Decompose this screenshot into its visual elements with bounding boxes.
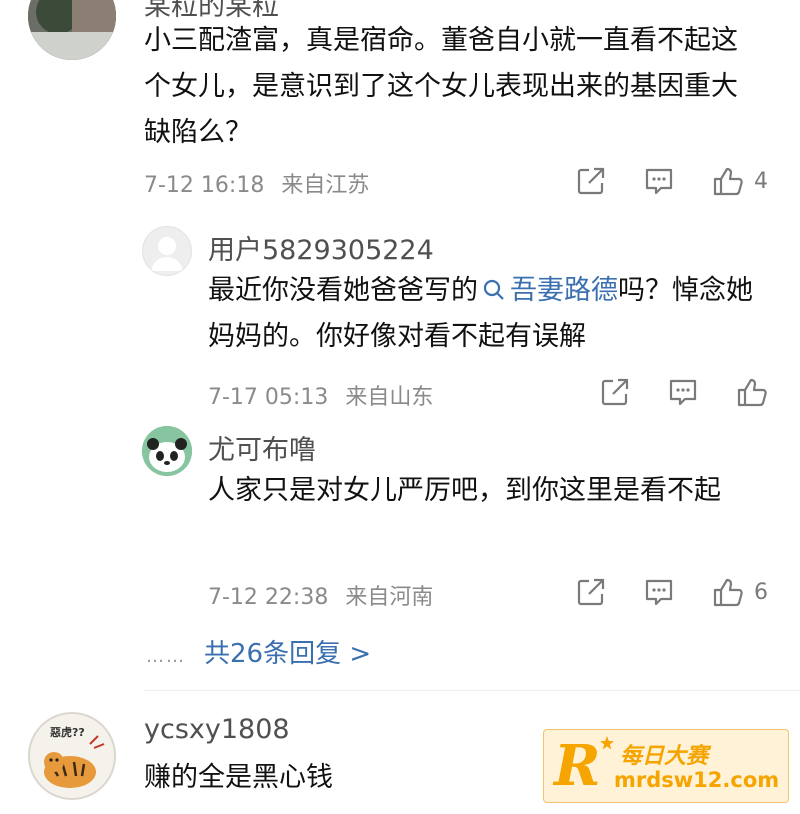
reply-meta: 7-12 22:38 来自河南 bbox=[208, 579, 433, 611]
avatar-caption: 惡虎?? bbox=[50, 726, 85, 739]
comment-username[interactable]: ycsxy1808 bbox=[144, 714, 290, 745]
reply-text-before: 最近你没看她爸爸写的 bbox=[208, 275, 478, 306]
avatar-image bbox=[28, 0, 116, 60]
more-replies-label: 共26条回复 > bbox=[204, 639, 372, 669]
share-icon bbox=[577, 578, 605, 606]
comment-icon bbox=[645, 579, 673, 606]
share-icon bbox=[601, 378, 629, 406]
star-icon bbox=[600, 736, 614, 750]
reply-meta: 7-17 05:13 来自山东 bbox=[208, 379, 433, 411]
watermark: R 每日大赛 mrdsw12.com bbox=[543, 729, 789, 803]
thumbs-up-icon bbox=[713, 578, 743, 607]
reply-text: 人家只是对女儿严厉吧，到你这里是看不起 bbox=[208, 475, 721, 506]
more-replies-dots: …… bbox=[146, 646, 186, 667]
thumbs-up-icon bbox=[737, 378, 767, 407]
share-button[interactable] bbox=[576, 577, 606, 607]
more-replies-link[interactable]: …… 共26条回复 > bbox=[146, 633, 371, 670]
comment-text: 小三配渣富，真是宿命。董爸自小就一直看不起这个女儿，是意识到了这个女儿表现出来的… bbox=[144, 25, 738, 148]
default-avatar-icon bbox=[151, 237, 183, 271]
like-button[interactable]: 6 bbox=[712, 577, 768, 607]
avatar[interactable] bbox=[142, 426, 192, 476]
watermark-logo: R bbox=[554, 733, 601, 799]
avatar[interactable] bbox=[142, 226, 192, 276]
reply-location: 来自山东 bbox=[345, 385, 434, 410]
avatar[interactable] bbox=[28, 0, 116, 60]
share-button[interactable] bbox=[576, 166, 606, 196]
thumbs-up-icon bbox=[713, 167, 743, 196]
topic-link[interactable]: 吾妻路德 bbox=[478, 275, 618, 306]
share-button[interactable] bbox=[600, 377, 630, 407]
comment-icon bbox=[645, 168, 673, 195]
comment-text: 赚的全是黑心钱 bbox=[144, 762, 333, 793]
like-count: 6 bbox=[754, 579, 768, 605]
comment-button[interactable] bbox=[668, 377, 698, 407]
reply-username[interactable]: 用户5829305224 bbox=[208, 228, 434, 267]
topic-label: 吾妻路德 bbox=[510, 275, 618, 306]
comment-button[interactable] bbox=[644, 166, 674, 196]
comment-divider bbox=[144, 690, 800, 691]
comment-location: 来自江苏 bbox=[281, 173, 370, 198]
avatar[interactable]: 惡虎?? bbox=[28, 712, 116, 800]
reply-text: 最近你没看她爸爸写的 吾妻路德吗？悼念她妈妈的。你好像对看不起有误解 bbox=[208, 268, 768, 360]
comment-icon bbox=[669, 379, 697, 406]
panda-avatar-icon bbox=[142, 426, 192, 476]
watermark-title: 每日大赛 bbox=[620, 744, 709, 769]
reply-username[interactable]: 尤可布噜 bbox=[208, 428, 316, 467]
reply-location: 来自河南 bbox=[345, 585, 434, 610]
comment-button[interactable] bbox=[644, 577, 674, 607]
comment-time: 7-12 16:18 bbox=[144, 173, 265, 198]
like-button[interactable]: 4 bbox=[712, 166, 768, 196]
reply-time: 7-17 05:13 bbox=[208, 385, 329, 410]
like-count: 4 bbox=[754, 168, 768, 194]
watermark-url: mrdsw12.com bbox=[614, 768, 780, 792]
comment-meta: 7-12 16:18 来自江苏 bbox=[144, 167, 369, 199]
reply-time: 7-12 22:38 bbox=[208, 585, 329, 610]
search-icon bbox=[483, 279, 504, 300]
like-button[interactable] bbox=[736, 377, 778, 407]
share-icon bbox=[577, 167, 605, 195]
